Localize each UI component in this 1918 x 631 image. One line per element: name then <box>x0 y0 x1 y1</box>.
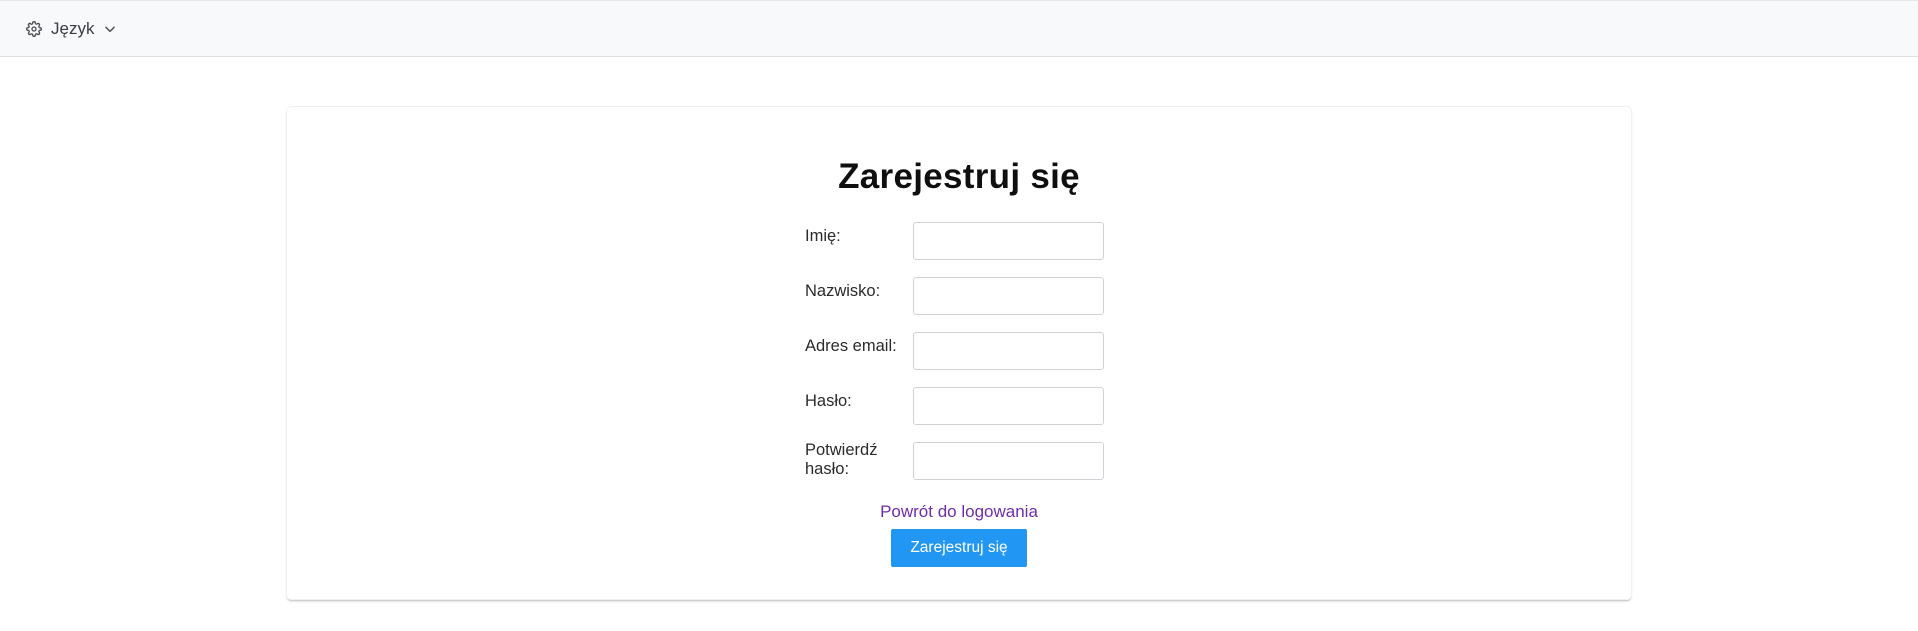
email-label: Adres email: <box>805 337 897 355</box>
register-button[interactable]: Zarejestruj się <box>891 529 1027 567</box>
last-name-input[interactable] <box>913 277 1104 315</box>
chevron-down-icon <box>103 22 117 36</box>
top-navbar: Język <box>0 0 1918 57</box>
language-menu[interactable]: Język <box>26 18 117 40</box>
confirm-password-input[interactable] <box>913 442 1104 480</box>
page-title: Zarejestruj się <box>838 157 1080 196</box>
first-name-input[interactable] <box>913 222 1104 260</box>
email-input[interactable] <box>913 332 1104 370</box>
back-to-login-link[interactable]: Powrót do logowania <box>287 502 1631 522</box>
password-label: Hasło: <box>805 392 852 410</box>
confirm-password-label: Potwierdź hasło: <box>805 441 878 478</box>
language-label: Język <box>51 19 95 38</box>
last-name-label: Nazwisko: <box>805 282 881 300</box>
register-card: Zarejestruj się Imię: Nazwisko: Adres em… <box>287 107 1631 599</box>
first-name-label: Imię: <box>805 227 841 245</box>
gear-icon <box>26 21 42 37</box>
password-input[interactable] <box>913 387 1104 425</box>
